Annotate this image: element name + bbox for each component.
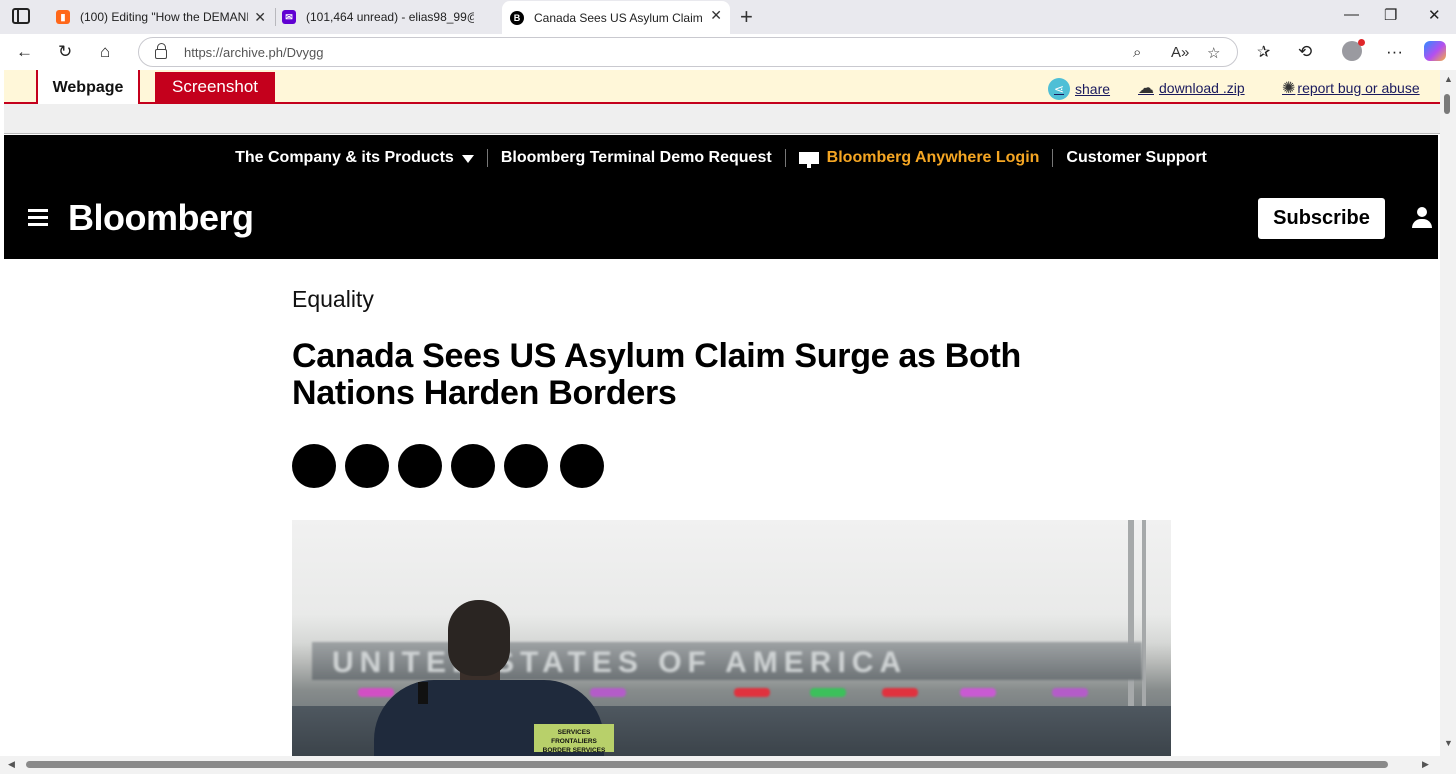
url-text[interactable]: https://archive.ph/Dvygg (184, 45, 323, 60)
scroll-right-icon[interactable]: ▶ (1422, 759, 1429, 770)
browser-toolbar: ← ↻ ⌂ https://archive.ph/Dvygg ⌕ A» ☆ ✰ … (0, 34, 1456, 70)
address-bar[interactable]: https://archive.ph/Dvygg ⌕ A» ☆ (138, 37, 1238, 67)
browser-tab-yahoo-mail[interactable]: ✉ (101,464 unread) - elias98_99@ya (276, 3, 502, 31)
scroll-left-icon[interactable]: ◀ (8, 759, 15, 770)
share-button[interactable] (560, 444, 604, 488)
vertical-scrollbar[interactable]: ▲ ▼ (1440, 70, 1456, 774)
history-icon[interactable]: ⟲ (1298, 42, 1312, 62)
close-window-icon[interactable]: ✕ (1428, 6, 1441, 24)
nav-anywhere-login[interactable]: Bloomberg Anywhere Login (786, 149, 1053, 168)
article-kicker[interactable]: Equality (292, 286, 374, 313)
back-icon[interactable]: ← (16, 42, 33, 62)
photo-border-officer: SERVICES FRONTALIERS BORDER SERVICES (374, 600, 614, 756)
refresh-icon[interactable]: ↻ (58, 42, 72, 62)
scrollbar-thumb[interactable] (26, 761, 1388, 768)
lane-light (960, 688, 996, 697)
lane-light (1052, 688, 1088, 697)
minimize-icon[interactable]: — (1344, 6, 1359, 23)
nav-customer-support[interactable]: Customer Support (1053, 149, 1219, 167)
article-hero-image: UNITED STATES OF AMERICA SERVICES FRONTA… (292, 520, 1171, 756)
share-button[interactable] (451, 444, 495, 488)
article-headline: Canada Sees US Asylum Claim Surge as Bot… (292, 337, 1022, 412)
lock-icon[interactable] (155, 43, 167, 59)
subscribe-button[interactable]: Subscribe (1258, 198, 1385, 239)
download-zip-link[interactable]: ☁ download .zip (1138, 78, 1245, 98)
substack-icon: ▮ (56, 10, 70, 24)
copilot-icon[interactable] (1424, 41, 1446, 61)
tab-actions-icon[interactable] (12, 8, 30, 24)
bloomberg-header: The Company & its Products Bloomberg Ter… (4, 135, 1438, 259)
share-icon: ⋖ (1048, 78, 1070, 100)
archive-toolbar: Webpage Screenshot ⋖ share ☁ download .z… (4, 70, 1440, 105)
cloud-download-icon: ☁ (1138, 80, 1154, 97)
zoom-icon[interactable]: ⌕ (1133, 44, 1141, 61)
radio-icon (418, 682, 428, 704)
profile-avatar[interactable] (1342, 39, 1365, 61)
tab-title: (101,464 unread) - elias98_99@ya (306, 10, 474, 24)
bloomberg-logo[interactable]: Bloomberg (68, 197, 254, 239)
read-aloud-icon[interactable]: A» (1171, 44, 1189, 61)
lane-light (734, 688, 770, 697)
nav-company-products[interactable]: The Company & its Products (222, 149, 487, 167)
browser-tab-strip: ▮ (100) Editing "How the DEMAND ✕ ✉ (101… (0, 0, 1456, 34)
share-button[interactable] (345, 444, 389, 488)
horizontal-scrollbar[interactable]: ◀ ▶ (0, 756, 1440, 774)
close-tab-icon[interactable]: ✕ (710, 7, 722, 24)
share-link[interactable]: ⋖ share (1048, 78, 1110, 100)
share-button[interactable] (398, 444, 442, 488)
share-button[interactable] (504, 444, 548, 488)
scrollbar-thumb[interactable] (1444, 94, 1450, 114)
new-tab-icon[interactable]: + (740, 4, 753, 30)
favorites-icon[interactable]: ✰ (1257, 42, 1270, 62)
officer-patch: SERVICES FRONTALIERS BORDER SERVICES (534, 724, 614, 754)
share-button[interactable] (292, 444, 336, 488)
nav-terminal-demo[interactable]: Bloomberg Terminal Demo Request (488, 149, 785, 167)
archive-separator (4, 104, 1440, 134)
lane-light (810, 688, 846, 697)
report-bug-link[interactable]: ✺ report bug or abuse (1282, 78, 1420, 98)
browser-tab-substack[interactable]: ▮ (100) Editing "How the DEMAND ✕ (46, 3, 274, 31)
tab-title: Canada Sees US Asylum Claim Su (534, 10, 702, 25)
terminal-monitor-icon (798, 152, 819, 168)
tab-title: (100) Editing "How the DEMAND (80, 10, 248, 24)
menu-icon[interactable] (28, 209, 48, 226)
scroll-up-icon[interactable]: ▲ (1444, 74, 1453, 84)
home-icon[interactable]: ⌂ (100, 42, 110, 62)
lightbulb-icon: ✺ (1282, 80, 1296, 97)
lane-light (882, 688, 918, 697)
tab-screenshot[interactable]: Screenshot (155, 72, 275, 102)
restore-icon[interactable]: ❐ (1384, 6, 1397, 24)
close-tab-icon[interactable]: ✕ (254, 9, 266, 26)
user-account-icon[interactable] (1412, 207, 1432, 229)
bloomberg-icon: B (510, 10, 524, 25)
scroll-down-icon[interactable]: ▼ (1444, 738, 1453, 748)
bloomberg-top-nav: The Company & its Products Bloomberg Ter… (4, 135, 1438, 181)
more-menu-icon[interactable]: ··· (1386, 42, 1403, 62)
favorite-star-icon[interactable]: ☆ (1207, 44, 1220, 62)
yahoo-mail-icon: ✉ (282, 10, 296, 24)
browser-tab-bloomberg[interactable]: B Canada Sees US Asylum Claim Su ✕ (502, 1, 730, 34)
tab-webpage[interactable]: Webpage (36, 70, 140, 105)
chevron-down-icon[interactable] (461, 155, 474, 163)
